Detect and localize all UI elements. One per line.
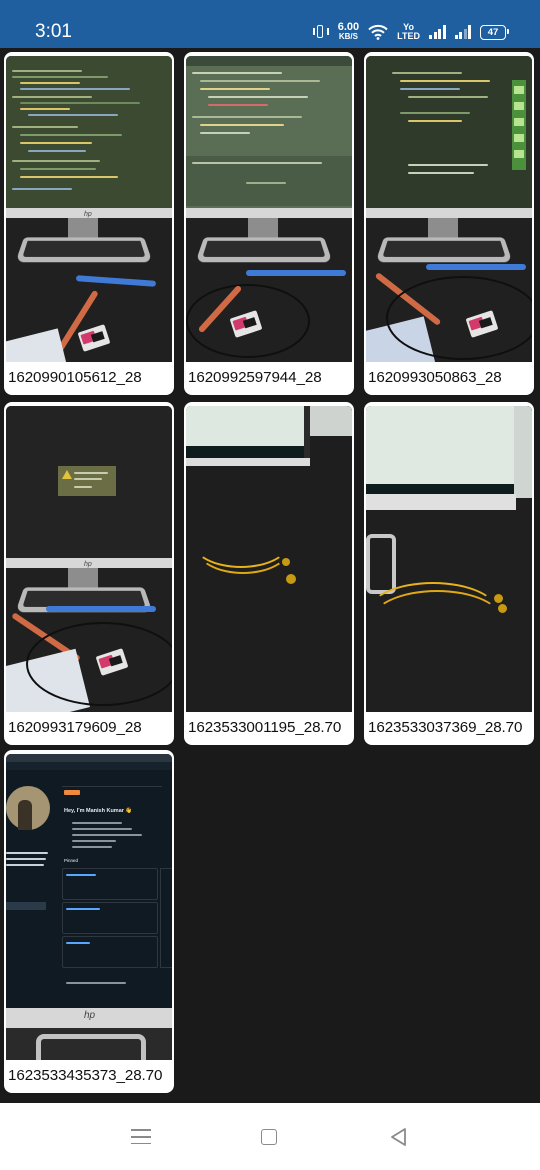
status-icons: 6.00 KB/S Yo LTED 47 — [312, 20, 509, 44]
recent-apps-button[interactable] — [131, 1129, 151, 1149]
signal-icon-sim1 — [429, 25, 446, 39]
gallery-item[interactable]: 1623533001195_28.70 — [184, 402, 354, 745]
navigation-bar — [0, 1103, 540, 1170]
status-time: 3:01 — [35, 21, 72, 42]
pinned-heading: Pinned — [64, 858, 79, 863]
photo-caption: 1620990105612_28 — [8, 369, 142, 386]
home-button[interactable] — [261, 1129, 277, 1145]
signal-icon-sim2 — [454, 25, 471, 39]
photo-thumbnail — [366, 406, 532, 712]
photo-thumbnail: hp — [6, 406, 172, 712]
profile-greeting: Hey, I'm Manish Kumar 👋 — [64, 808, 133, 814]
photo-caption: 1620993179609_28 — [8, 719, 142, 736]
photo-caption: 1620993050863_28 — [368, 369, 502, 386]
battery-icon: 47 — [480, 24, 509, 40]
photo-caption: 1623533435373_28.70 — [8, 1067, 163, 1084]
photo-caption: 1623533001195_28.70 — [188, 719, 342, 736]
volte-indicator: Yo LTED — [397, 23, 420, 41]
status-bar: 3:01 6.00 KB/S Yo LTED 47 — [0, 0, 540, 48]
network-speed: 6.00 KB/S — [337, 21, 360, 42]
photo-caption: 1620992597944_28 — [188, 369, 322, 386]
photo-thumbnail — [186, 406, 352, 712]
hp-logo: hp — [84, 211, 92, 218]
gallery-item[interactable]: Hey, I'm Manish Kumar 👋 Pinned hp 162353… — [4, 750, 174, 1093]
hp-logo: hp — [84, 1010, 96, 1021]
volte-bottom: LTED — [397, 31, 420, 41]
vibrate-icon — [312, 24, 329, 40]
photo-thumbnail — [366, 56, 532, 362]
photo-thumbnail — [186, 56, 352, 362]
photo-grid: hp 1620990105612_28 1620992597944_28 162… — [0, 48, 540, 1103]
gallery-item[interactable]: hp 1620993179609_28 — [4, 402, 174, 745]
network-speed-unit: KB/S — [338, 32, 358, 41]
photo-thumbnail: hp — [6, 56, 172, 362]
hp-logo: hp — [84, 561, 92, 568]
photo-thumbnail: Hey, I'm Manish Kumar 👋 Pinned hp — [6, 754, 172, 1060]
wifi-icon — [368, 24, 388, 40]
gallery-item[interactable]: hp 1620990105612_28 — [4, 52, 174, 395]
gallery-item[interactable]: 1620993050863_28 — [364, 52, 534, 395]
gallery-item[interactable]: 1620992597944_28 — [184, 52, 354, 395]
gallery-item[interactable]: 1623533037369_28.70 — [364, 402, 534, 745]
photo-caption: 1623533037369_28.70 — [368, 719, 523, 736]
network-speed-value: 6.00 — [337, 21, 360, 33]
back-button[interactable] — [389, 1127, 407, 1147]
